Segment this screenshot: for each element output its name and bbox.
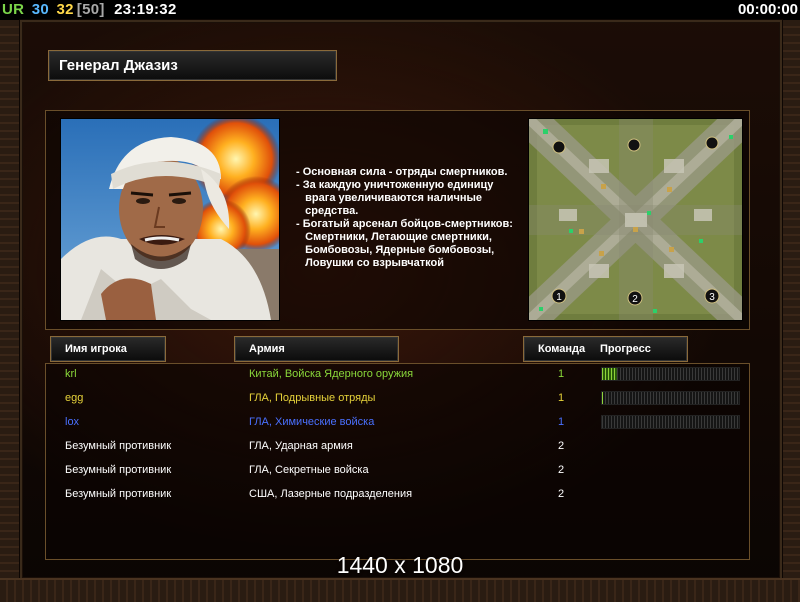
hud-clock: 23:19:32 bbox=[114, 1, 177, 18]
bottom-border-decoration bbox=[0, 578, 800, 602]
loading-progress-bar bbox=[601, 415, 740, 429]
hud-fps2-value: 32 bbox=[56, 1, 74, 18]
general-title-box: Генерал Джазиз bbox=[48, 50, 337, 81]
player-army: США, Лазерные подразделения bbox=[249, 488, 413, 500]
description-line: - Богатый арсенал бойцов-смертников: bbox=[296, 218, 513, 230]
description-line: Смертники, Летающие смертники, bbox=[296, 231, 492, 243]
header-team-progress: Команда Прогресс bbox=[523, 336, 688, 362]
player-army: ГЛА, Химические войска bbox=[249, 416, 375, 428]
hud-fps-limit: [50] bbox=[76, 1, 105, 18]
hud-fps-value: 30 bbox=[31, 1, 50, 18]
player-army: ГЛА, Секретные войска bbox=[249, 464, 369, 476]
description-line: Бомбовозы, Ядерные бомбовозы, bbox=[296, 244, 495, 256]
player-name: lox bbox=[65, 416, 80, 428]
map-start-2: 2 bbox=[632, 294, 638, 305]
map-start-3: 3 bbox=[709, 292, 715, 303]
header-army: Армия bbox=[234, 336, 399, 362]
player-name: Безумный противник bbox=[65, 488, 172, 500]
table-row: Безумный противник ГЛА, Секретные войска… bbox=[0, 460, 800, 480]
table-row: Безумный противник ГЛА, Ударная армия 2 bbox=[0, 436, 800, 456]
loading-progress-fill bbox=[602, 392, 604, 404]
table-row: egg ГЛА, Подрывные отряды 1 bbox=[0, 388, 800, 408]
map-preview-image: 1 2 3 bbox=[529, 119, 742, 320]
player-team: 2 bbox=[558, 440, 565, 452]
general-description: - Основная сила - отряды смертников. - З… bbox=[296, 166, 521, 270]
general-portrait-image bbox=[61, 119, 279, 320]
player-name: Безумный противник bbox=[65, 440, 172, 452]
hud-stats: UR 30 32 [50] 23:19:32 bbox=[2, 1, 180, 18]
header-player-name-label: Имя игрока bbox=[65, 343, 127, 355]
description-line: - Основная сила - отряды смертников. bbox=[296, 166, 508, 178]
map-start-1: 1 bbox=[556, 292, 562, 303]
description-line: врага увеличиваются наличные bbox=[296, 192, 483, 204]
player-team: 1 bbox=[558, 368, 565, 380]
hud-game-timer: 00:00:00 bbox=[737, 1, 798, 18]
resolution-overlay-label: 1440 x 1080 bbox=[336, 552, 464, 578]
header-player-name: Имя игрока bbox=[50, 336, 166, 362]
player-team: 2 bbox=[558, 464, 565, 476]
table-row: krl Китай, Войска Ядерного оружия 1 bbox=[0, 364, 800, 384]
description-line: Ловушки со взрывчаткой bbox=[296, 257, 445, 269]
table-row: lox ГЛА, Химические войска 1 bbox=[0, 412, 800, 432]
player-army: Китай, Войска Ядерного оружия bbox=[249, 368, 414, 380]
table-row: Безумный противник США, Лазерные подразд… bbox=[0, 484, 800, 504]
player-army: ГЛА, Подрывные отряды bbox=[249, 392, 376, 404]
player-team: 1 bbox=[558, 392, 565, 404]
loading-progress-fill bbox=[602, 368, 618, 380]
player-name: egg bbox=[65, 392, 84, 404]
player-team: 1 bbox=[558, 416, 565, 428]
top-hud-bar: UR 30 32 [50] 23:19:32 00:00:00 bbox=[0, 0, 800, 20]
map-preview: 1 2 3 bbox=[528, 118, 743, 321]
header-army-label: Армия bbox=[249, 343, 285, 355]
general-name: Генерал Джазиз bbox=[59, 57, 178, 74]
description-line: - За каждую уничтоженную единицу bbox=[296, 179, 494, 191]
loading-progress-bar bbox=[601, 391, 740, 405]
header-team-label: Команда bbox=[538, 343, 586, 355]
player-army: ГЛА, Ударная армия bbox=[249, 440, 353, 452]
header-progress-label: Прогресс bbox=[600, 343, 651, 355]
player-team: 2 bbox=[558, 488, 565, 500]
general-portrait bbox=[60, 118, 280, 321]
player-name: Безумный противник bbox=[65, 464, 172, 476]
description-line: средства. bbox=[296, 205, 359, 217]
loading-progress-bar bbox=[601, 367, 740, 381]
player-name: krl bbox=[65, 368, 77, 380]
hud-ur-label: UR bbox=[2, 1, 25, 18]
